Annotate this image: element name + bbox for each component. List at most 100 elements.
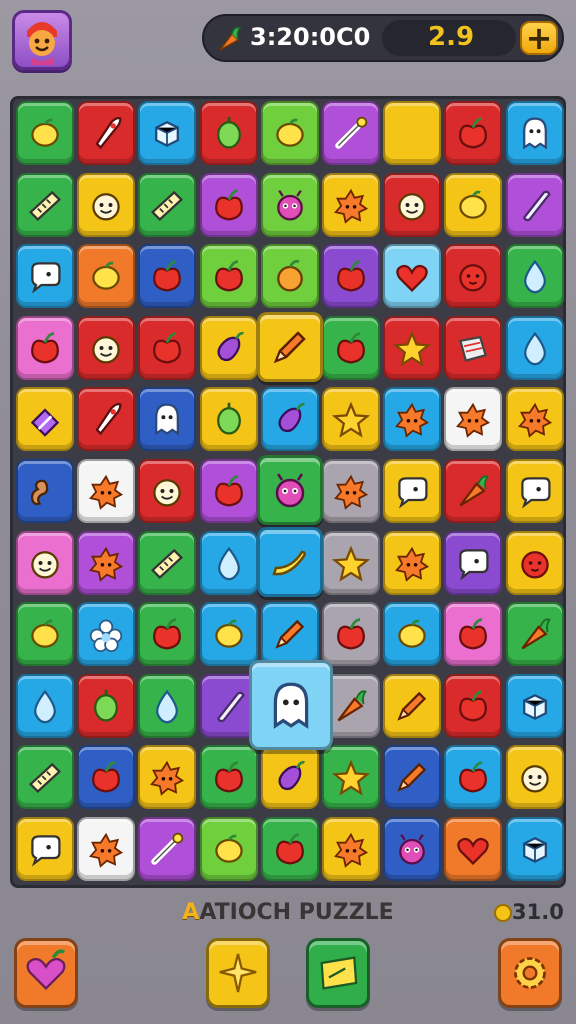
heart-button[interactable]: [14, 938, 78, 1008]
board-tile-r10-c3[interactable]: [138, 745, 197, 810]
board-tile-r10-c4[interactable]: [199, 745, 258, 810]
board-tile-r1-c7[interactable]: [383, 101, 442, 165]
board-tile-r9-c9[interactable]: [505, 673, 564, 738]
board-tile-r2-c6[interactable]: [322, 172, 380, 237]
board-tile-r5-c1[interactable]: [16, 387, 74, 452]
board-tile-r3-c7[interactable]: [383, 244, 442, 309]
board-tile-r5-c2[interactable]: [77, 387, 136, 452]
board-tile-r7-c4[interactable]: [199, 530, 258, 595]
board-tile-r2-c5[interactable]: [260, 172, 319, 237]
board-tile-r8-c1[interactable]: [16, 602, 74, 667]
board-tile-r4-c7[interactable]: [383, 315, 442, 380]
board-tile-r11-c4[interactable]: [199, 817, 258, 881]
board-tile-r6-c5[interactable]: [256, 455, 323, 525]
board-tile-r4-c6[interactable]: [322, 315, 380, 380]
board-tile-r8-c2[interactable]: [77, 602, 136, 667]
board-tile-r11-c6[interactable]: [322, 817, 380, 881]
board-tile-r3-c4[interactable]: [199, 244, 258, 309]
board-tile-r3-c3[interactable]: [138, 244, 197, 309]
board-tile-r11-c5[interactable]: [260, 817, 319, 881]
board-tile-r3-c6[interactable]: [322, 244, 380, 309]
board-tile-r1-c8[interactable]: [444, 101, 503, 165]
ticket-button[interactable]: [306, 938, 370, 1008]
board-tile-r8-c4[interactable]: [199, 602, 258, 667]
board-tile-r6-c4[interactable]: [199, 459, 258, 523]
board-tile-r1-c9[interactable]: [505, 101, 564, 165]
board-tile-r10-c2[interactable]: [77, 745, 136, 810]
board-tile-r9-c3[interactable]: [138, 673, 197, 738]
board-tile-r1-c6[interactable]: [322, 101, 380, 165]
board-tile-r10-c8[interactable]: [444, 745, 503, 810]
board-tile-r6-c1[interactable]: [16, 459, 74, 523]
board-tile-r3-c1[interactable]: [16, 244, 74, 309]
board-tile-r6-c9[interactable]: [505, 459, 564, 523]
board-tile-r2-c4[interactable]: [199, 172, 258, 237]
board-tile-r7-c7[interactable]: [383, 530, 442, 595]
board-tile-r1-c2[interactable]: [77, 101, 136, 165]
board-tile-r11-c7[interactable]: [383, 817, 442, 881]
board-tile-r5-c8[interactable]: [444, 387, 503, 452]
board-tile-r5-c9[interactable]: [505, 387, 564, 452]
board-tile-r7-c2[interactable]: [77, 530, 136, 595]
board-tile-r2-c1[interactable]: [16, 172, 74, 237]
board-tile-r2-c2[interactable]: [77, 172, 136, 237]
board-tile-r4-c4[interactable]: [199, 315, 258, 380]
board-tile-r7-c5[interactable]: [256, 526, 323, 597]
board-tile-r6-c7[interactable]: [383, 459, 442, 523]
board-tile-r7-c3[interactable]: [138, 530, 197, 595]
board-tile-r4-c2[interactable]: [77, 315, 136, 380]
board-tile-r3-c5[interactable]: [260, 244, 319, 309]
board-tile-r10-c5[interactable]: [260, 745, 319, 810]
board-tile-r7-c1[interactable]: [16, 530, 74, 595]
board-tile-r10-c1[interactable]: [16, 745, 74, 810]
board-tile-r9-c5[interactable]: [248, 659, 333, 750]
board-tile-r9-c2[interactable]: [77, 673, 136, 738]
board-tile-r9-c7[interactable]: [383, 673, 442, 738]
board-tile-r8-c5[interactable]: [260, 602, 319, 667]
board-tile-r1-c3[interactable]: [138, 101, 197, 165]
settings-button[interactable]: [498, 938, 562, 1008]
board-tile-r5-c7[interactable]: [383, 387, 442, 452]
board-tile-r11-c8[interactable]: [444, 817, 503, 881]
board-tile-r8-c3[interactable]: [138, 602, 197, 667]
sparkle-button[interactable]: [206, 938, 270, 1008]
board-tile-r6-c2[interactable]: [77, 459, 136, 523]
board-tile-r10-c6[interactable]: [322, 745, 380, 810]
board-tile-r10-c7[interactable]: [383, 745, 442, 810]
board-tile-r4-c5[interactable]: [256, 311, 323, 382]
board-tile-r3-c8[interactable]: [444, 244, 503, 309]
board-tile-r5-c5[interactable]: [260, 387, 319, 452]
board-tile-r2-c8[interactable]: [444, 172, 503, 237]
avatar-button[interactable]: [12, 10, 72, 70]
board-tile-r1-c1[interactable]: [16, 101, 74, 165]
board-tile-r9-c1[interactable]: [16, 673, 74, 738]
board-tile-r4-c1[interactable]: [16, 315, 74, 380]
board-tile-r8-c7[interactable]: [383, 602, 442, 667]
board-tile-r10-c9[interactable]: [505, 745, 564, 810]
board-tile-r8-c9[interactable]: [505, 602, 564, 667]
board-tile-r5-c6[interactable]: [322, 387, 380, 452]
board-tile-r6-c6[interactable]: [322, 459, 380, 523]
board-tile-r1-c5[interactable]: [260, 101, 319, 165]
board-tile-r2-c3[interactable]: [138, 172, 197, 237]
board-tile-r7-c6[interactable]: [322, 530, 380, 595]
board-tile-r5-c4[interactable]: [199, 387, 258, 452]
board-tile-r1-c4[interactable]: [199, 101, 258, 165]
board-tile-r3-c9[interactable]: [505, 244, 564, 309]
board-tile-r8-c6[interactable]: [322, 602, 380, 667]
add-button[interactable]: +: [520, 19, 558, 57]
board-tile-r6-c8[interactable]: [444, 459, 503, 523]
board-tile-r7-c8[interactable]: [444, 530, 503, 595]
board-tile-r4-c8[interactable]: [444, 315, 503, 380]
board-tile-r3-c2[interactable]: [77, 244, 136, 309]
board-tile-r11-c3[interactable]: [138, 817, 197, 881]
board-tile-r7-c9[interactable]: [505, 530, 564, 595]
board-tile-r2-c9[interactable]: [505, 172, 564, 237]
board-tile-r6-c3[interactable]: [138, 459, 197, 523]
board-tile-r11-c9[interactable]: [505, 817, 564, 881]
board-tile-r2-c7[interactable]: [383, 172, 442, 237]
board-tile-r11-c1[interactable]: [16, 817, 74, 881]
board-tile-r11-c2[interactable]: [77, 817, 136, 881]
board-tile-r9-c8[interactable]: [444, 673, 503, 738]
board-tile-r8-c8[interactable]: [444, 602, 503, 667]
